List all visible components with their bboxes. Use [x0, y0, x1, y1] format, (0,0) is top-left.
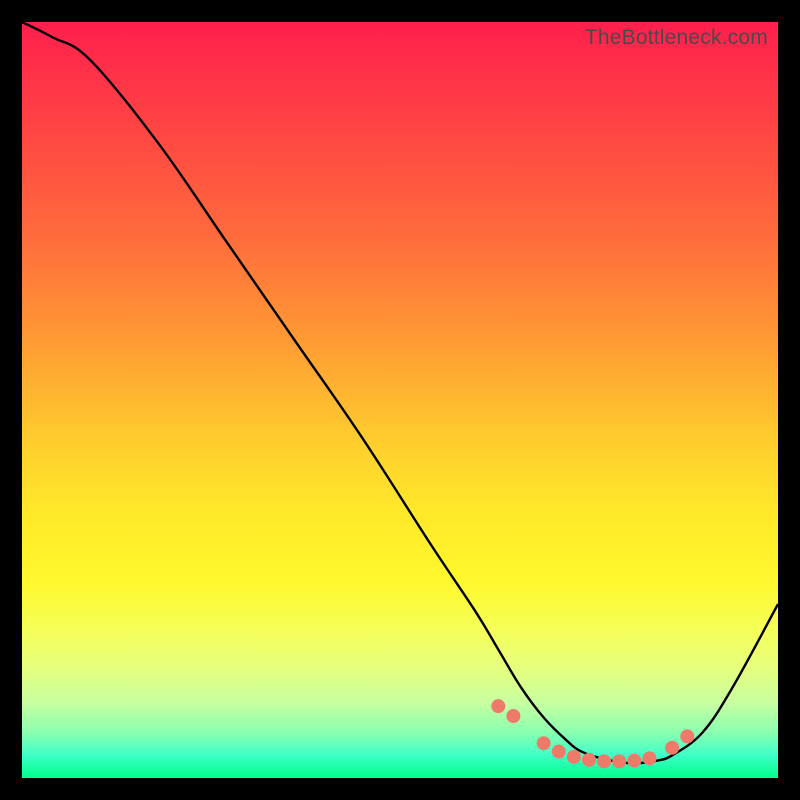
curve-dot: [666, 741, 679, 754]
curve-dot: [598, 755, 611, 768]
curve-dot: [507, 710, 520, 723]
curve-dot: [492, 700, 505, 713]
curve-dot: [643, 752, 656, 765]
curve-dot: [613, 755, 626, 768]
watermark-text: TheBottleneck.com: [585, 26, 768, 50]
bottleneck-curve: [22, 22, 778, 778]
curve-dot: [552, 745, 565, 758]
curve-dots-group: [492, 700, 694, 768]
curve-dot: [583, 753, 596, 766]
curve-dot: [681, 730, 694, 743]
chart-frame: TheBottleneck.com: [0, 0, 800, 800]
curve-path: [22, 22, 778, 763]
curve-dot: [628, 754, 641, 767]
curve-dot: [537, 737, 550, 750]
plot-area: TheBottleneck.com: [22, 22, 778, 778]
curve-dot: [567, 750, 580, 763]
